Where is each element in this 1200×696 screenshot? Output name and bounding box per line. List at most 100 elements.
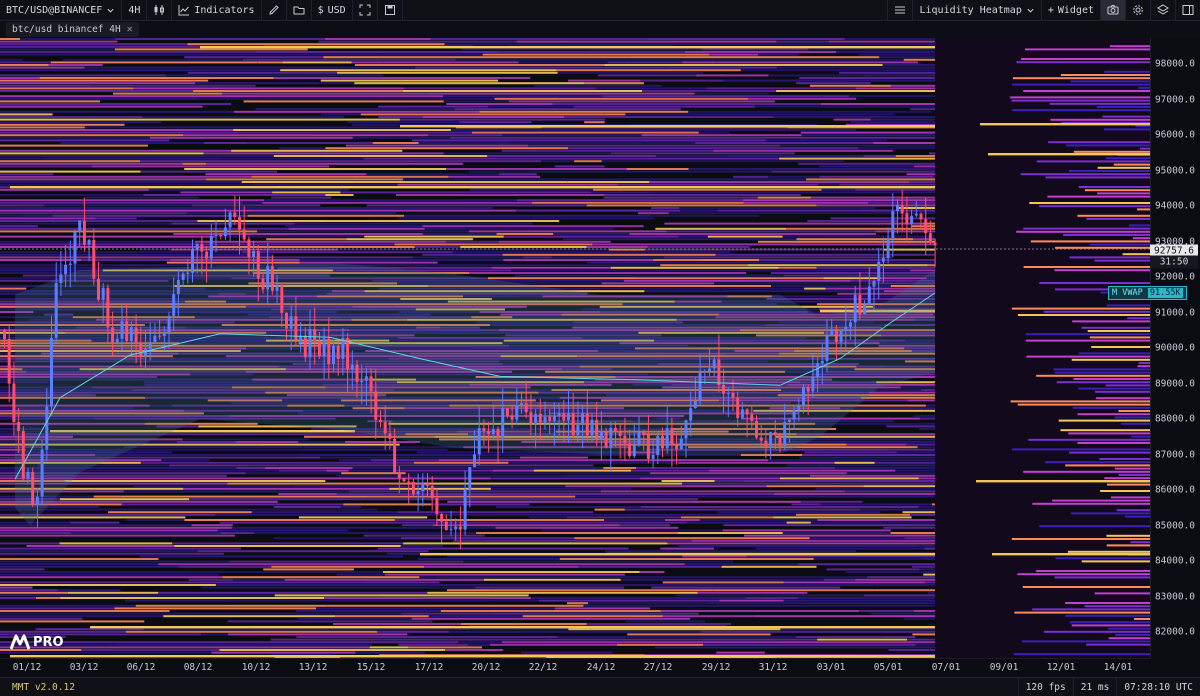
heatmap-band [523, 615, 663, 617]
heatmap-band [901, 386, 935, 388]
utc-clock[interactable]: 07:28:10 UTC [1116, 678, 1200, 696]
heatmap-band [642, 134, 802, 136]
draw-tool-button[interactable] [262, 0, 287, 20]
layouts-button[interactable] [287, 0, 312, 20]
heatmap-band [400, 119, 605, 121]
profile-bar [1131, 436, 1150, 438]
heatmap-band [679, 236, 708, 238]
sidebar-icon [1182, 4, 1194, 16]
heatmap-band [0, 119, 180, 121]
menu-button[interactable] [887, 0, 912, 20]
candle-body [868, 287, 871, 306]
time-axis-label: 20/12 [472, 662, 501, 673]
time-axis[interactable]: 01/1203/1206/1208/1210/1213/1215/1217/12… [0, 658, 1150, 677]
heatmap-band [428, 134, 502, 136]
price-axis-label: 94000.0 [1155, 201, 1195, 212]
candle-body [69, 264, 72, 265]
heatmap-band [763, 594, 864, 596]
heatmap-band [378, 106, 410, 108]
heatmap-band [771, 272, 935, 274]
heatmap-band [568, 147, 776, 149]
fullscreen-button[interactable] [353, 0, 378, 20]
heatmap-band [652, 191, 854, 193]
settings-button[interactable] [1125, 0, 1150, 20]
heatmap-band [662, 480, 715, 482]
candle-body [605, 431, 608, 448]
heatmap-band [916, 644, 935, 646]
candle-body [360, 381, 363, 382]
pencil-icon [268, 4, 280, 16]
heatmap-band [651, 129, 856, 131]
heatmap-band [0, 566, 178, 568]
heatmap-band [487, 155, 656, 157]
heatmap-band [172, 223, 295, 225]
profile-bar [1036, 375, 1150, 377]
heatmap-band [189, 579, 233, 581]
heatmap-band [879, 56, 935, 58]
heatmap-band [775, 641, 935, 643]
candle-body [727, 393, 730, 394]
heatmap-selector[interactable]: Liquidity Heatmap [912, 0, 1040, 20]
price-axis[interactable]: 98000.097000.096000.095000.094000.093000… [1150, 38, 1200, 658]
logo-mark-icon [10, 634, 30, 650]
chart-tab[interactable]: btc/usd binancef 4H ✕ [6, 22, 139, 37]
heatmap-band [713, 150, 893, 152]
heatmap-band [206, 178, 403, 180]
heatmap-band [567, 516, 681, 518]
price-axis-label: 84000.0 [1155, 556, 1195, 567]
layers-button[interactable] [1150, 0, 1175, 20]
heatmap-band [805, 451, 897, 453]
heatmap-band [451, 259, 503, 261]
heatmap-band [490, 589, 713, 591]
heatmap-band [0, 256, 274, 258]
currency-button[interactable]: $ USD [312, 0, 353, 20]
heatmap-band [868, 392, 935, 394]
indicators-button[interactable]: Indicators [172, 0, 261, 20]
heatmap-band [555, 165, 605, 167]
heatmap-band [665, 519, 700, 521]
profile-bar [1014, 612, 1150, 614]
heatmap-band [253, 184, 398, 186]
sidebar-toggle-button[interactable] [1175, 0, 1200, 20]
add-widget-button[interactable]: + Widget [1041, 0, 1100, 20]
heatmap-band [601, 490, 845, 492]
heatmap-band [0, 54, 204, 56]
heatmap-band [27, 545, 175, 547]
heatmap-band [0, 90, 193, 92]
heatmap-band [341, 506, 362, 508]
candle-body [224, 227, 227, 236]
heatmap-band [905, 537, 936, 539]
heatmap-band [339, 459, 371, 461]
heatmap-band [222, 158, 325, 160]
profile-bar [1021, 173, 1150, 175]
liquidity-heatmap-chart[interactable] [0, 38, 1150, 658]
heatmap-band [858, 54, 935, 56]
candle-body [41, 450, 44, 497]
countdown-value: 31:50 [1153, 257, 1195, 268]
candlestick-icon [153, 4, 165, 16]
heatmap-band [916, 545, 935, 547]
save-button[interactable] [378, 0, 403, 20]
heatmap-band [370, 639, 519, 641]
candle-body [802, 387, 805, 406]
heatmap-band [791, 503, 820, 505]
profile-bar [1085, 189, 1150, 191]
screenshot-button[interactable] [1100, 0, 1125, 20]
candle-body [548, 417, 551, 421]
chart-type-button[interactable] [147, 0, 172, 20]
heatmap-band [216, 584, 488, 586]
heatmap-band [771, 171, 935, 173]
symbol-selector[interactable]: BTC/USD@BINANCEF [0, 0, 122, 20]
heatmap-band [786, 464, 818, 466]
heatmap-band [884, 527, 936, 529]
heatmap-band [700, 631, 926, 633]
heatmap-band [377, 54, 483, 56]
heatmap-band [499, 173, 536, 175]
candle-body [515, 405, 518, 420]
candle-body [708, 368, 711, 371]
timeframe-button[interactable]: 4H [122, 0, 147, 20]
heatmap-band [319, 41, 517, 43]
heatmap-band [914, 415, 935, 417]
close-icon[interactable]: ✕ [127, 24, 133, 35]
profile-bar [1082, 560, 1150, 562]
